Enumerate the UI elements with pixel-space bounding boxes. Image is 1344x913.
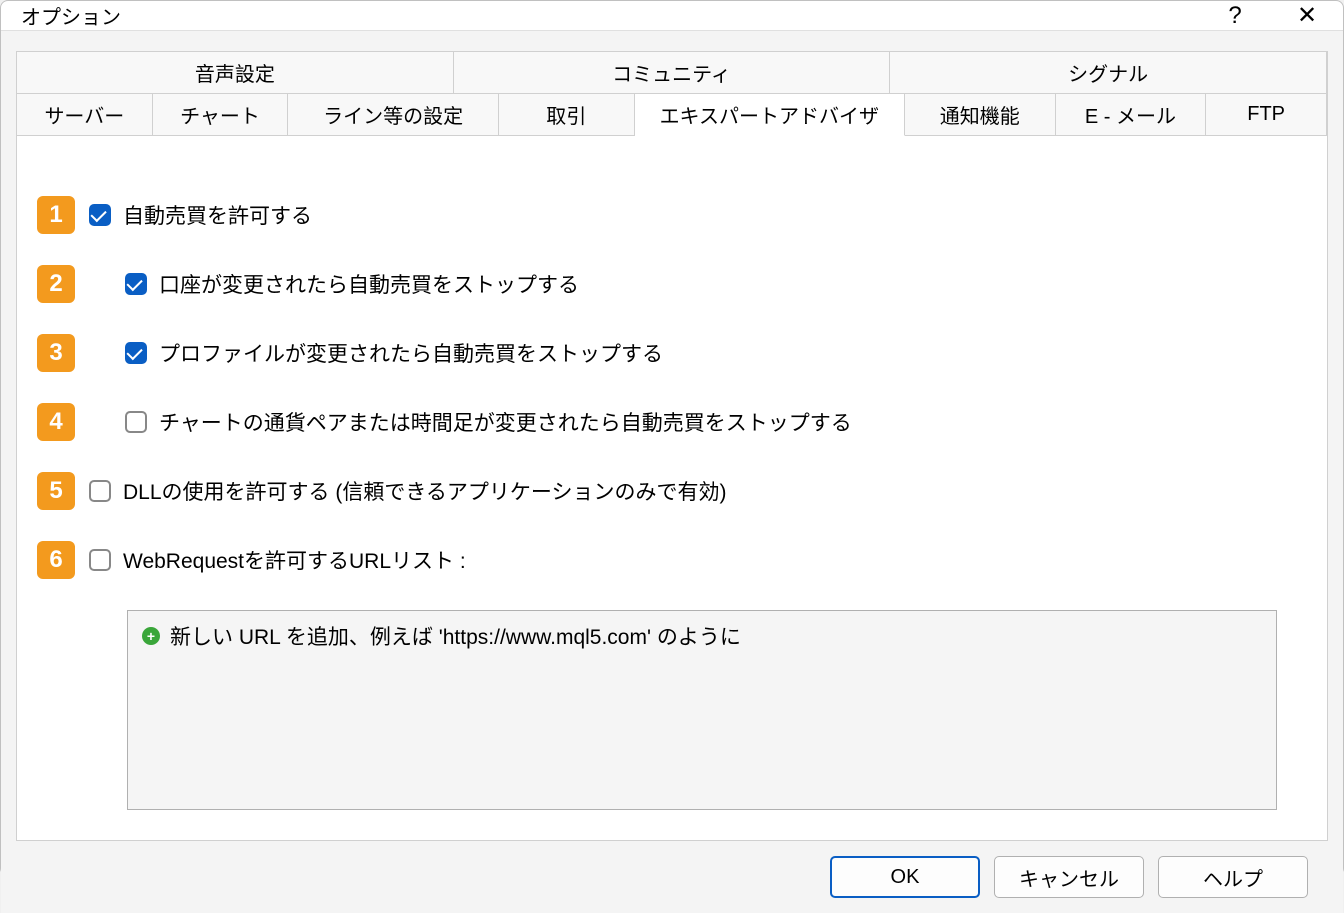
checkbox-allow-webrequest[interactable] xyxy=(89,549,111,571)
url-add-row[interactable]: + 新しい URL を追加、例えば 'https://www.mql5.com'… xyxy=(142,621,1262,651)
add-icon[interactable]: + xyxy=(142,627,160,645)
tab-content: 1 自動売買を許可する 2 口座が変更されたら自動売買をストップする 3 xyxy=(17,136,1327,840)
checkbox-allow-autotrading[interactable] xyxy=(89,204,111,226)
tab-signals[interactable]: シグナル xyxy=(890,52,1327,94)
option-row-5: 5 DLLの使用を許可する (信頼できるアプリケーションのみで有効) xyxy=(37,472,1277,510)
tab-server[interactable]: サーバー xyxy=(17,94,153,136)
badge-3: 3 xyxy=(37,334,75,372)
badge-1: 1 xyxy=(37,196,75,234)
badge-4: 4 xyxy=(37,403,75,441)
url-list[interactable]: + 新しい URL を追加、例えば 'https://www.mql5.com'… xyxy=(127,610,1277,810)
tabs-row-lower: サーバー チャート ライン等の設定 取引 エキスパートアドバイザ 通知機能 E … xyxy=(17,94,1327,136)
tab-notifications[interactable]: 通知機能 xyxy=(905,94,1056,136)
label-stop-on-account-change: 口座が変更されたら自動売買をストップする xyxy=(159,269,579,299)
checkbox-wrapper-symbol-change: チャートの通貨ペアまたは時間足が変更されたら自動売買をストップする xyxy=(125,407,852,437)
label-stop-on-profile-change: プロファイルが変更されたら自動売買をストップする xyxy=(159,338,663,368)
option-row-6: 6 WebRequestを許可するURLリスト : xyxy=(37,541,1277,579)
tabs-panel: 音声設定 コミュニティ シグナル サーバー チャート ライン等の設定 取引 エキ… xyxy=(16,51,1328,841)
option-row-4: 4 チャートの通貨ペアまたは時間足が変更されたら自動売買をストップする xyxy=(37,403,1277,441)
tab-chart[interactable]: チャート xyxy=(153,94,289,136)
tab-trade[interactable]: 取引 xyxy=(499,94,635,136)
tab-line-settings[interactable]: ライン等の設定 xyxy=(288,94,499,136)
titlebar: オプション ? ✕ xyxy=(1,1,1343,31)
label-stop-on-symbol-change: チャートの通貨ペアまたは時間足が変更されたら自動売買をストップする xyxy=(159,407,852,437)
help-icon[interactable]: ? xyxy=(1219,2,1251,30)
close-icon[interactable]: ✕ xyxy=(1291,1,1323,30)
help-button[interactable]: ヘルプ xyxy=(1158,856,1308,898)
cancel-button[interactable]: キャンセル xyxy=(994,856,1144,898)
label-allow-autotrading: 自動売買を許可する xyxy=(123,200,312,230)
titlebar-controls: ? ✕ xyxy=(1219,1,1323,30)
checkbox-wrapper-profile-change: プロファイルが変更されたら自動売買をストップする xyxy=(125,338,663,368)
url-placeholder-text: 新しい URL を追加、例えば 'https://www.mql5.com' の… xyxy=(170,621,741,651)
option-row-3: 3 プロファイルが変更されたら自動売買をストップする xyxy=(37,334,1277,372)
checkbox-stop-on-profile-change[interactable] xyxy=(125,342,147,364)
tab-community[interactable]: コミュニティ xyxy=(454,52,891,94)
dialog-title: オプション xyxy=(21,1,121,30)
badge-5: 5 xyxy=(37,472,75,510)
badge-2: 2 xyxy=(37,265,75,303)
label-allow-dll: DLLの使用を許可する (信頼できるアプリケーションのみで有効) xyxy=(123,476,727,506)
badge-6: 6 xyxy=(37,541,75,579)
tab-email[interactable]: E - メール xyxy=(1056,94,1207,136)
tab-expert-advisors[interactable]: エキスパートアドバイザ xyxy=(635,94,905,136)
content-area: 音声設定 コミュニティ シグナル サーバー チャート ライン等の設定 取引 エキ… xyxy=(1,31,1343,913)
ok-button[interactable]: OK xyxy=(830,856,980,898)
tabs-row-upper: 音声設定 コミュニティ シグナル xyxy=(17,52,1327,94)
option-row-1: 1 自動売買を許可する xyxy=(37,196,1277,234)
label-allow-webrequest: WebRequestを許可するURLリスト : xyxy=(123,545,466,575)
tab-ftp[interactable]: FTP xyxy=(1206,94,1327,136)
checkbox-wrapper-account-change: 口座が変更されたら自動売買をストップする xyxy=(125,269,579,299)
checkbox-stop-on-account-change[interactable] xyxy=(125,273,147,295)
option-row-2: 2 口座が変更されたら自動売買をストップする xyxy=(37,265,1277,303)
button-bar: OK キャンセル ヘルプ xyxy=(16,841,1328,898)
checkbox-wrapper-webrequest: WebRequestを許可するURLリスト : xyxy=(89,545,466,575)
checkbox-allow-dll[interactable] xyxy=(89,480,111,502)
checkbox-wrapper-allow-dll: DLLの使用を許可する (信頼できるアプリケーションのみで有効) xyxy=(89,476,727,506)
tab-sound[interactable]: 音声設定 xyxy=(17,52,454,94)
options-dialog: オプション ? ✕ 音声設定 コミュニティ シグナル サーバー チャート ライン… xyxy=(0,0,1344,876)
checkbox-stop-on-symbol-change[interactable] xyxy=(125,411,147,433)
checkbox-wrapper-allow-autotrading: 自動売買を許可する xyxy=(89,200,312,230)
